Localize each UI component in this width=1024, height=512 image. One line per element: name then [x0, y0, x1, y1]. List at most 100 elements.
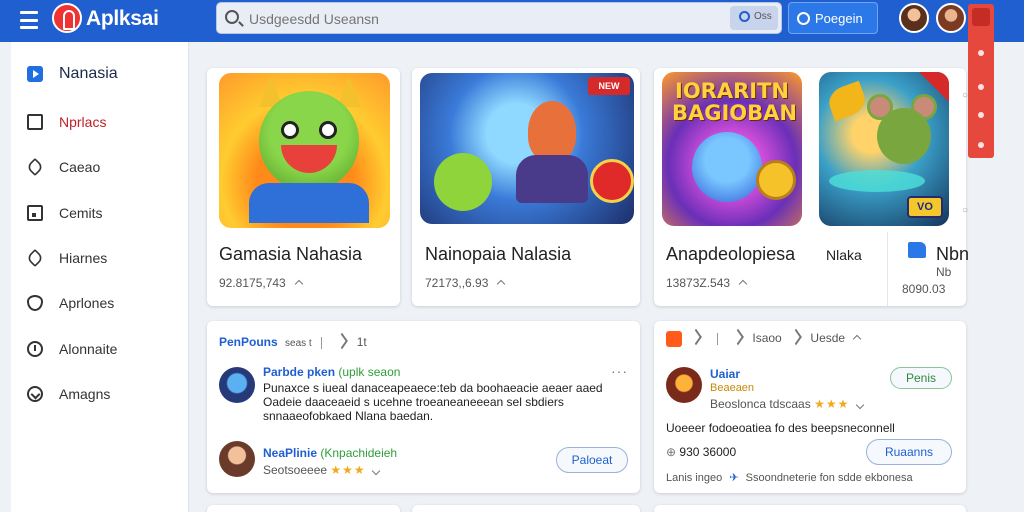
- post-author[interactable]: NeaPlinie (Knpachideieh: [263, 446, 397, 460]
- hero-body-art: [516, 155, 588, 203]
- feed-count: 1t: [356, 335, 367, 349]
- post-footer: Lanis ingeo ✈ Ssoondneterie fon sdde ekb…: [666, 471, 913, 484]
- chevron-up-icon[interactable]: [294, 279, 303, 289]
- sidebar-item-label: Caeao: [59, 159, 101, 175]
- game-title: Nainopaia Nalasia: [425, 244, 572, 264]
- chevron-down-icon[interactable]: [855, 400, 864, 410]
- feed-header: PenPouns seas t 1t: [219, 332, 367, 350]
- eye-shape: [319, 121, 337, 139]
- tag-icon: [25, 157, 45, 177]
- eye-shape: [281, 121, 299, 139]
- profile-thumb-icon[interactable]: [972, 8, 990, 26]
- feed-header: Isaoo Uesde: [666, 328, 862, 347]
- search-icon: [225, 10, 239, 24]
- search-input[interactable]: [249, 9, 709, 29]
- thumbs-up-icon[interactable]: [908, 242, 926, 258]
- body-shape: [249, 183, 369, 223]
- app-logo-icon: [52, 3, 82, 33]
- game-card[interactable]: Gamasia Nahasia 92.8175,743: [207, 68, 400, 306]
- header-action-button[interactable]: Poegein: [788, 2, 878, 34]
- feed-header-item: Uesde: [810, 331, 846, 346]
- sidebar-item-6[interactable]: Alonnaite: [11, 331, 189, 367]
- sidebar-item-label: Nanasia: [59, 65, 118, 82]
- game-thumbnail: NEW: [420, 73, 634, 224]
- game-thumbnail: [219, 73, 390, 228]
- game-meta: 72173,,6.93: [425, 276, 506, 290]
- sidebar-item-label: Alonnaite: [59, 341, 118, 357]
- post-avatar[interactable]: [219, 367, 255, 403]
- search-icon: [739, 11, 750, 22]
- chevron-up-icon[interactable]: [738, 279, 748, 289]
- post-body: Punaxce s iueal danaceapeaece:teb da boo…: [263, 381, 603, 423]
- share-icon[interactable]: [690, 328, 703, 346]
- feed-card: PenPouns seas t 1t Parbde pken (uplk sea…: [207, 321, 640, 493]
- post-avatar[interactable]: [666, 367, 702, 403]
- pin-icon[interactable]: [978, 112, 984, 118]
- post-action-button[interactable]: Ruaanns: [866, 439, 952, 465]
- post-author[interactable]: Uaiar: [710, 367, 740, 381]
- sidebar-item-home[interactable]: Nanasia: [11, 56, 189, 92]
- feed-sub: seas t: [285, 338, 312, 349]
- box-icon: [27, 205, 43, 221]
- post-meta: Seotsoeeee ★★★: [263, 463, 381, 477]
- pin-icon[interactable]: [978, 142, 984, 148]
- post-avatar[interactable]: [219, 441, 255, 477]
- game-card-side[interactable]: Nbn Nb 8090.03: [888, 232, 970, 306]
- game-banner-text: IORARITN BAGIOBAN: [672, 79, 797, 125]
- more-options-icon[interactable]: ···: [611, 363, 628, 379]
- coin-art: [590, 159, 634, 203]
- post-author[interactable]: Parbde pken (uplk seaon: [263, 365, 400, 379]
- game-thumbnail: IORARITN BAGIOBAN: [662, 72, 802, 226]
- share-icon[interactable]: [336, 332, 349, 350]
- follow-button[interactable]: Penis: [890, 367, 952, 389]
- post-author-tag: Beaeaen: [710, 382, 755, 394]
- sidebar-item-1[interactable]: Nprlacs: [11, 104, 189, 140]
- disk-art: [829, 170, 925, 192]
- feed-card: Isaoo Uesde Uaiar Beaeaen Beoslonca tdsc…: [654, 321, 966, 493]
- chevron-down-icon[interactable]: [371, 466, 381, 476]
- clock-icon: [27, 341, 43, 357]
- hero-art: [528, 101, 576, 161]
- sidebar-item-5[interactable]: Aprlones: [11, 285, 189, 321]
- sidebar-item-7[interactable]: Amagns: [11, 376, 189, 412]
- sidebar-item-2[interactable]: Caeao: [11, 149, 189, 185]
- pin-icon[interactable]: [978, 84, 984, 90]
- share-icon[interactable]: [790, 328, 802, 346]
- game-meta: 92.8175,743: [219, 276, 303, 290]
- sidebar-item-4[interactable]: Hiarnes: [11, 240, 189, 276]
- thumbs-up-icon[interactable]: ✈: [729, 472, 738, 484]
- game-title: Gamasia Nahasia: [219, 244, 363, 264]
- sidebar-item-3[interactable]: Cemits: [11, 195, 189, 231]
- feed-title: PenPouns: [219, 335, 278, 349]
- share-icon[interactable]: [732, 328, 744, 346]
- friend-avatar[interactable]: [936, 3, 966, 33]
- search-submit-label: Oss: [754, 11, 772, 22]
- pin-icon[interactable]: [978, 50, 984, 56]
- game-card-wide[interactable]: IORARITN BAGIOBAN VO Anapdeolopiesa Nlak…: [654, 68, 970, 306]
- post-footer-right: Ssoondneterie fon sdde ekbonesa: [745, 472, 913, 484]
- blob-art: [434, 153, 492, 211]
- more-indicator: ○: [962, 90, 969, 101]
- post-footer-left: Lanis ingeo: [666, 472, 723, 484]
- creature-art: [259, 91, 359, 191]
- post-meta: Beoslonca tdscaas ★★★: [710, 397, 864, 411]
- post-action-button[interactable]: Paloeat: [556, 447, 628, 473]
- user-avatar[interactable]: [899, 3, 929, 33]
- post-author-name: Parbde pken: [263, 365, 336, 379]
- chevron-up-icon[interactable]: [853, 334, 862, 344]
- post-stat-value: 930 36000: [679, 445, 737, 459]
- hamburger-menu-icon[interactable]: [20, 11, 38, 29]
- chevron-up-icon[interactable]: [497, 279, 506, 289]
- game-title: Nbn: [936, 244, 970, 264]
- shield-icon: [27, 295, 43, 311]
- chart-icon: ⊕: [666, 445, 677, 459]
- post-body: Uoeeer fodoeoatiea fo des beepsneconnell: [666, 421, 895, 435]
- app-name: Aplksai: [86, 7, 159, 30]
- game-thumbnail: VO: [819, 72, 949, 226]
- game-meta-text: 13873Z.543: [666, 276, 731, 290]
- game-meta: 8090.03: [902, 282, 946, 296]
- game-card[interactable]: NEW Nainopaia Nalasia 72173,,6.93: [412, 68, 640, 306]
- square-icon: [27, 114, 43, 130]
- search-submit-button[interactable]: Oss: [730, 6, 778, 30]
- card-partial: [412, 505, 640, 512]
